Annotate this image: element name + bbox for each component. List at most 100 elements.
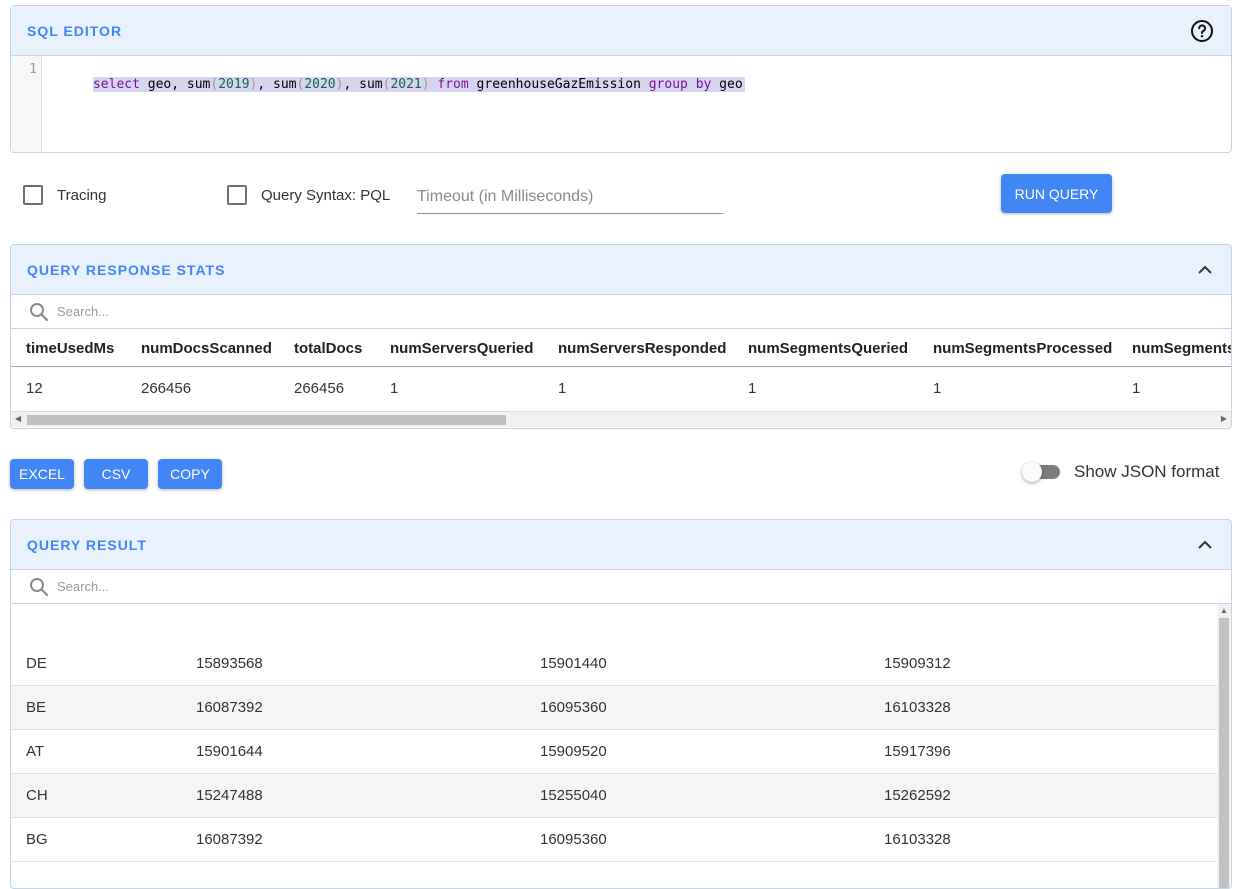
sql-editor-header: SQL EDITOR bbox=[11, 6, 1231, 56]
table-row: BE 16087392 16095360 16103328 bbox=[11, 686, 1217, 730]
result-title: QUERY RESULT bbox=[27, 536, 147, 553]
tracing-checkbox[interactable] bbox=[23, 185, 43, 205]
stats-col-header[interactable]: totalDocs bbox=[294, 340, 362, 357]
pql-option[interactable]: Query Syntax: PQL bbox=[227, 185, 390, 205]
stats-col-header[interactable]: numSegmentsQueried bbox=[748, 340, 908, 357]
scrollbar-thumb[interactable] bbox=[27, 415, 506, 425]
pql-label: Query Syntax: PQL bbox=[261, 186, 391, 204]
table-row: BG 16087392 16095360 16103328 bbox=[11, 818, 1217, 862]
stats-header[interactable]: QUERY RESPONSE STATS bbox=[11, 245, 1231, 295]
scroll-up-arrow-icon[interactable]: ▲ bbox=[1220, 606, 1228, 615]
stats-cell: 1 bbox=[933, 380, 942, 397]
sql-token: from bbox=[429, 77, 469, 92]
stats-cell: 1 bbox=[390, 380, 399, 397]
search-icon bbox=[30, 302, 49, 321]
result-cell: 16087392 bbox=[196, 831, 263, 848]
sql-token: 2019 bbox=[218, 77, 250, 92]
result-cell: 16087392 bbox=[196, 699, 263, 716]
result-cell: 15917396 bbox=[884, 743, 951, 760]
stats-col-header[interactable]: numServersResponded bbox=[558, 340, 726, 357]
stats-col-header[interactable]: numDocsScanned bbox=[141, 340, 272, 357]
line-number-gutter: 1 bbox=[11, 56, 42, 152]
csv-button[interactable]: CSV bbox=[84, 459, 148, 489]
sql-token: sum bbox=[273, 77, 297, 92]
table-row: DE 15893568 15901440 15909312 bbox=[11, 642, 1217, 686]
table-row: CH 15247488 15255040 15262592 bbox=[11, 774, 1217, 818]
result-search-input[interactable] bbox=[55, 578, 455, 595]
sql-token: sum bbox=[359, 77, 383, 92]
help-icon[interactable] bbox=[1189, 18, 1215, 44]
stats-cell: 1 bbox=[1132, 380, 1141, 397]
json-format-toggle[interactable]: Show JSON format bbox=[1022, 462, 1220, 482]
result-cell: 16103328 bbox=[884, 831, 951, 848]
stats-cell: 1 bbox=[558, 380, 567, 397]
sql-token: 2020 bbox=[304, 77, 336, 92]
stats-data-row: 12 266456 266456 1 1 1 1 1 bbox=[11, 367, 1231, 411]
sql-token: sum bbox=[186, 77, 211, 92]
sql-code-area[interactable]: select geo, sum(2019), sum(2020), sum(20… bbox=[42, 56, 745, 152]
result-cell-geo: CH bbox=[26, 787, 48, 804]
scroll-left-arrow-icon[interactable]: ◀ bbox=[15, 414, 21, 423]
stats-col-header[interactable]: numServersQueried bbox=[390, 340, 533, 357]
scroll-right-arrow-icon[interactable]: ▶ bbox=[1221, 414, 1227, 423]
result-cell: 15901644 bbox=[196, 743, 263, 760]
result-table: DE 15893568 15901440 15909312 BE 1608739… bbox=[11, 604, 1231, 888]
result-vertical-scrollbar[interactable]: ▲ bbox=[1217, 604, 1231, 888]
result-cell-geo: BE bbox=[26, 699, 47, 716]
pql-checkbox[interactable] bbox=[227, 185, 247, 205]
result-cell: 15262592 bbox=[884, 787, 951, 804]
copy-button[interactable]: COPY bbox=[158, 459, 222, 489]
search-icon bbox=[30, 577, 49, 596]
question-circle-icon bbox=[1191, 19, 1213, 42]
sql-token: greenhouseGazEmission bbox=[468, 77, 649, 92]
run-query-button[interactable]: RUN QUERY bbox=[1001, 174, 1112, 213]
timeout-input[interactable] bbox=[417, 181, 723, 214]
result-cell: 15909520 bbox=[540, 743, 607, 760]
toggle-knob[interactable] bbox=[1022, 462, 1042, 482]
result-cell-geo: BG bbox=[26, 831, 48, 848]
result-header[interactable]: QUERY RESULT bbox=[11, 520, 1231, 570]
result-cell-geo: AT bbox=[26, 743, 45, 760]
query-response-stats-panel: QUERY RESPONSE STATS timeUsedMs numDocsS… bbox=[10, 244, 1232, 429]
json-toggle-label: Show JSON format bbox=[1074, 462, 1220, 481]
result-cell: 15901440 bbox=[540, 655, 607, 672]
scrollbar-thumb[interactable] bbox=[1219, 618, 1229, 888]
excel-button[interactable]: EXCEL bbox=[10, 459, 74, 489]
tracing-option[interactable]: Tracing bbox=[23, 185, 106, 205]
stats-search-input[interactable] bbox=[55, 303, 455, 320]
result-cell: 16095360 bbox=[540, 831, 607, 848]
stats-col-header[interactable]: timeUsedMs bbox=[26, 340, 114, 357]
stats-header-row: timeUsedMs numDocsScanned totalDocs numS… bbox=[11, 329, 1231, 367]
stats-horizontal-scrollbar[interactable]: ◀ ▶ bbox=[11, 411, 1231, 427]
stats-table: timeUsedMs numDocsScanned totalDocs numS… bbox=[11, 329, 1231, 411]
stats-col-header[interactable]: numSegmentsProcessed bbox=[933, 340, 1112, 357]
result-cell: 15909312 bbox=[884, 655, 951, 672]
sql-code-editor[interactable]: 1 select geo, sum(2019), sum(2020), sum(… bbox=[11, 56, 1231, 152]
chevron-up-icon[interactable] bbox=[1195, 260, 1215, 280]
sql-token: geo bbox=[711, 77, 743, 92]
chevron-up-icon[interactable] bbox=[1195, 535, 1215, 555]
stats-search-row bbox=[11, 295, 1231, 329]
result-cell-geo: DE bbox=[26, 655, 47, 672]
line-number: 1 bbox=[29, 62, 37, 77]
stats-cell: 266456 bbox=[141, 380, 192, 397]
result-cell: 15255040 bbox=[540, 787, 607, 804]
result-cell: 16103328 bbox=[884, 699, 951, 716]
sql-token: , bbox=[257, 77, 274, 92]
stats-title: QUERY RESPONSE STATS bbox=[27, 261, 226, 278]
stats-cell: 266456 bbox=[294, 380, 345, 397]
sql-token: ) bbox=[421, 77, 430, 92]
table-row: AT 15901644 15909520 15917396 bbox=[11, 730, 1217, 774]
sql-query-line[interactable]: select geo, sum(2019), sum(2020), sum(20… bbox=[92, 77, 745, 92]
result-cell: 15893568 bbox=[196, 655, 263, 672]
sql-editor-panel: SQL EDITOR 1 select geo, sum(2019), sum(… bbox=[10, 5, 1232, 153]
sql-token: geo, bbox=[139, 77, 187, 92]
query-result-panel: QUERY RESULT DE 15893568 15901440 159093… bbox=[10, 519, 1232, 889]
sql-token: , bbox=[343, 77, 360, 92]
sql-editor-title: SQL EDITOR bbox=[27, 22, 123, 39]
sql-token: select bbox=[92, 77, 140, 92]
toggle-track[interactable] bbox=[1022, 462, 1060, 482]
sql-token: 2021 bbox=[390, 77, 422, 92]
result-cell: 16095360 bbox=[540, 699, 607, 716]
stats-col-header[interactable]: numSegments bbox=[1132, 340, 1231, 357]
